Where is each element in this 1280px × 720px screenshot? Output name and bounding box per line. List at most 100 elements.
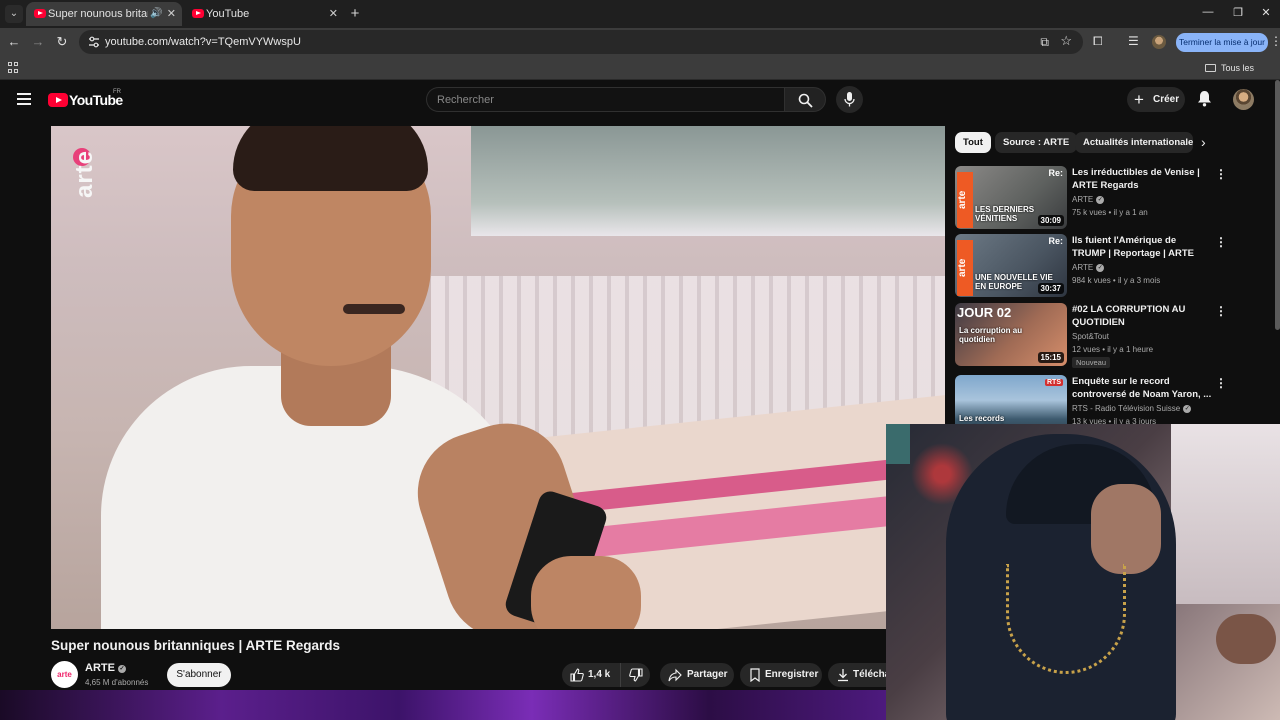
close-tab-icon[interactable]: ✕ — [167, 2, 176, 26]
search-icon — [798, 93, 813, 108]
share-button[interactable]: Partager — [660, 663, 734, 687]
subscriber-count: 4,65 M d'abonnés — [85, 678, 149, 687]
minimize-icon[interactable]: — — [1201, 6, 1215, 18]
webcam-overlay — [886, 424, 1280, 720]
view-count: 984 k vues — [1072, 276, 1111, 285]
download-icon — [838, 669, 848, 682]
video-scene-hand — [531, 556, 641, 629]
apps-grid-icon[interactable] — [8, 62, 19, 73]
address-bar[interactable]: youtube.com/watch?v=TQemVYWwspU ⧉ ☆ — [79, 30, 1083, 54]
chip-source-arte[interactable]: Source : ARTE — [995, 132, 1078, 153]
more-options-icon[interactable]: ⋮ — [1215, 168, 1227, 180]
thumb-tag: Re: — [1048, 168, 1063, 178]
thumbnail[interactable]: JOUR 02 La corruption au quotidien 15:15 — [955, 303, 1067, 366]
search-button[interactable] — [784, 87, 826, 112]
duration-badge: 30:37 — [1037, 283, 1064, 294]
account-avatar[interactable] — [1233, 89, 1254, 110]
verified-icon: ✓ — [1096, 196, 1105, 204]
verified-icon: ✓ — [1096, 264, 1105, 272]
more-options-icon[interactable]: ⋮ — [1215, 236, 1227, 248]
new-badge: Nouveau — [1072, 357, 1111, 368]
recommendation-title[interactable]: #02 LA CORRUPTION AU QUOTIDIEN — [1072, 303, 1212, 329]
video-player[interactable]: arte — [51, 126, 945, 629]
view-count: 12 vues — [1072, 345, 1101, 354]
tab-active[interactable]: Super nounous britanniques 🔊 ✕ — [26, 2, 182, 26]
tab-strip: ⌄ Super nounous britanniques 🔊 ✕ YouTube… — [0, 0, 1280, 28]
recommendation-title[interactable]: Les irréductibles de Venise | ARTE Regar… — [1072, 166, 1212, 192]
chip-international-news[interactable]: Actualités internationales — [1075, 132, 1193, 153]
restore-icon[interactable]: ❐ — [1231, 6, 1245, 19]
youtube-favicon-icon — [192, 9, 204, 18]
thumb-heading: JOUR 02 — [957, 305, 1012, 320]
share-icon — [668, 668, 682, 682]
recommendation-meta: 12 vues • il y a 1 heure — [1072, 345, 1154, 354]
page-scrollbar[interactable] — [1275, 80, 1280, 330]
reading-list-icon[interactable]: ☰ — [1128, 34, 1139, 48]
arte-watermark-text: arte — [71, 149, 98, 198]
thumbnail[interactable]: arte Re: LES DERNIERS VÉNITIENS 30:09 — [955, 166, 1067, 229]
more-options-icon[interactable]: ⋮ — [1215, 377, 1227, 389]
speaker-icon[interactable]: 🔊 — [150, 2, 162, 26]
tab-youtube[interactable]: YouTube ✕ — [184, 2, 344, 26]
arrow-left-icon[interactable]: ← — [5, 33, 23, 51]
arte-thumb-logo: arte — [957, 172, 973, 228]
browser-menu-icon[interactable]: ⋮ — [1270, 34, 1280, 48]
menu-icon[interactable] — [17, 93, 31, 105]
channel-row: RTS - Radio Télévision Suisse ✓ — [1072, 404, 1192, 413]
duration-badge: 15:15 — [1037, 352, 1064, 363]
search-input[interactable] — [427, 88, 784, 111]
arte-thumb-logo: arte — [957, 240, 973, 296]
profile-avatar[interactable] — [1152, 35, 1166, 49]
new-tab-icon[interactable]: + — [346, 5, 364, 23]
install-app-icon[interactable]: ⧉ — [1040, 35, 1049, 50]
arte-watermark: arte — [65, 140, 98, 230]
chip-all[interactable]: Tout — [955, 132, 991, 153]
duration-badge: 30:09 — [1037, 215, 1064, 226]
recommendation-channel: Spot&Tout — [1072, 332, 1109, 341]
below-fold-banner — [0, 690, 886, 720]
search-box — [426, 87, 784, 112]
close-tab-icon[interactable]: ✕ — [329, 2, 338, 26]
youtube-favicon-icon — [34, 9, 46, 18]
subscribe-button[interactable]: S'abonner — [167, 663, 231, 687]
extensions-icon[interactable]: ⧠ — [1093, 34, 1103, 49]
save-button[interactable]: Enregistrer — [740, 663, 822, 687]
webcam-person-hand — [1216, 614, 1276, 664]
close-window-icon[interactable]: ✕ — [1259, 6, 1273, 19]
thumbnail[interactable]: arte Re: UNE NOUVELLE VIE EN EUROPE 30:3… — [955, 234, 1067, 297]
share-label: Partager — [687, 669, 728, 680]
webcam-window — [1171, 424, 1280, 604]
channel-name[interactable]: ARTE — [85, 662, 115, 674]
recommendation-channel: ARTE — [1072, 195, 1094, 204]
site-settings-icon[interactable] — [87, 35, 101, 49]
recommendation-item[interactable]: JOUR 02 La corruption au quotidien 15:15… — [955, 303, 1227, 368]
recommendation-title[interactable]: Enquête sur le record controversé de Noa… — [1072, 375, 1212, 401]
plus-icon: + — [1134, 90, 1144, 109]
browser-toolbar: ← → ↻ youtube.com/watch?v=TQemVYWwspU ⧉ … — [0, 28, 1280, 56]
channel-row: ARTE ✓ — [1072, 263, 1105, 272]
reload-icon[interactable]: ↻ — [53, 33, 71, 51]
bell-icon[interactable] — [1197, 90, 1212, 107]
bookmarks-bar: Tous les favoris — [0, 56, 1280, 97]
channel-name-row[interactable]: ARTE ✓ — [85, 662, 126, 674]
recommendation-item[interactable]: arte Re: LES DERNIERS VÉNITIENS 30:09 Le… — [955, 166, 1227, 230]
like-button[interactable]: 1,4 k — [562, 663, 620, 687]
thumb-caption: La corruption au quotidien — [959, 326, 1023, 344]
recommendation-item[interactable]: arte Re: UNE NOUVELLE VIE EN EUROPE 30:3… — [955, 234, 1227, 298]
dislike-button[interactable] — [620, 663, 650, 687]
view-count: 75 k vues — [1072, 208, 1107, 217]
upload-age: il y a 1 heure — [1107, 345, 1154, 354]
youtube-play-icon — [48, 93, 68, 107]
recommendation-title[interactable]: Ils fuient l'Amérique de TRUMP | Reporta… — [1072, 234, 1212, 260]
arrow-right-icon[interactable]: → — [29, 33, 47, 51]
update-button[interactable]: Terminer la mise à jour — [1176, 33, 1268, 52]
create-button[interactable]: + Créer — [1127, 87, 1185, 112]
upload-age: il y a 1 an — [1113, 208, 1148, 217]
bookmark-star-icon[interactable]: ☆ — [1060, 33, 1072, 49]
tab-search-dropdown-icon[interactable]: ⌄ — [5, 5, 23, 23]
more-options-icon[interactable]: ⋮ — [1215, 305, 1227, 317]
channel-avatar[interactable]: arte — [51, 661, 78, 688]
video-scene-person-moustache — [343, 304, 405, 314]
chevron-right-icon[interactable]: › — [1201, 134, 1206, 150]
voice-search-button[interactable] — [836, 86, 863, 113]
